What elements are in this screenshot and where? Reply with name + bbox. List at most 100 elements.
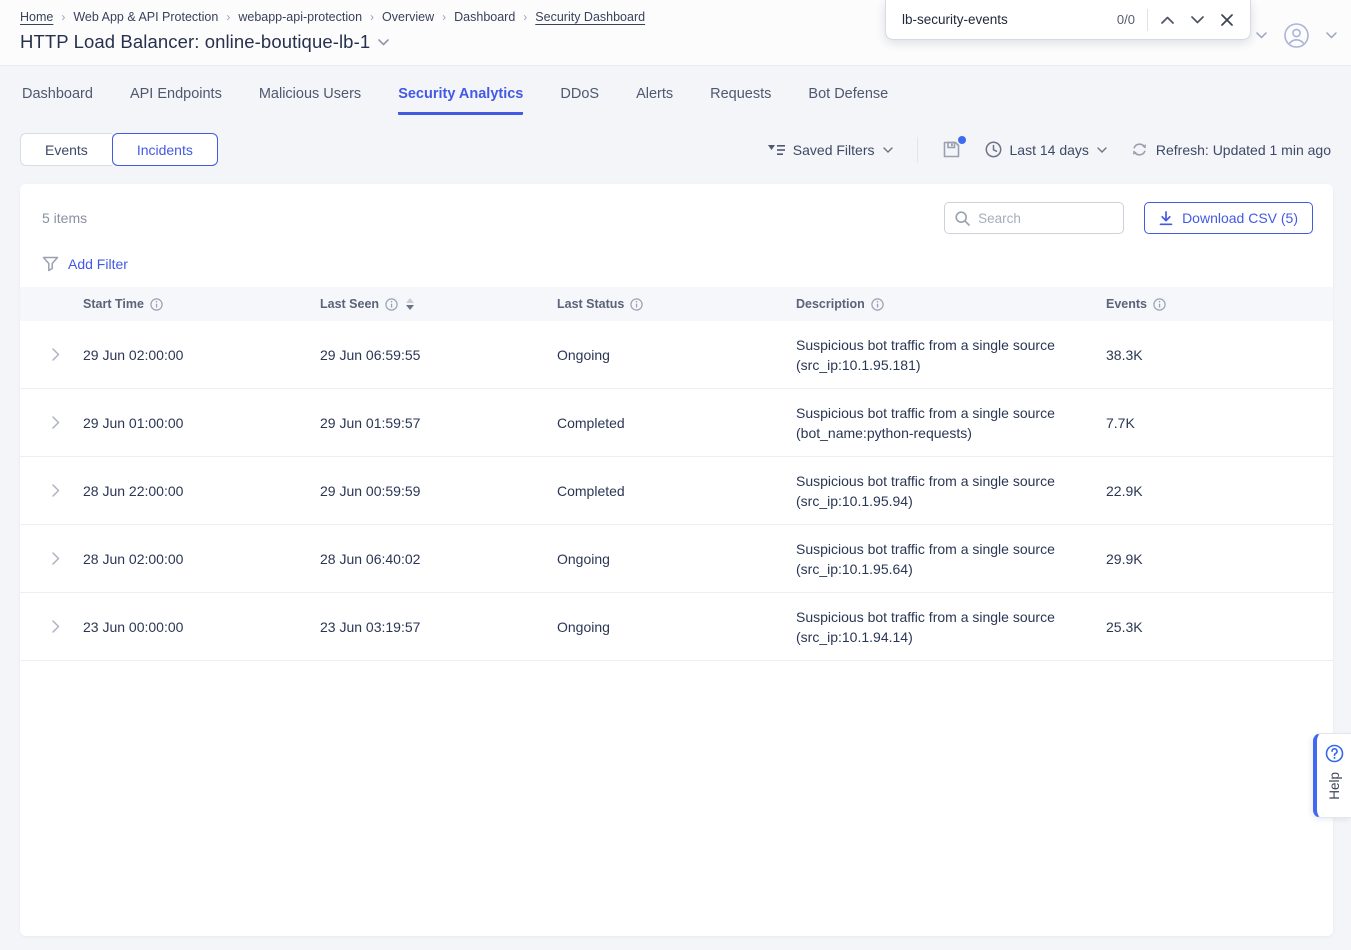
find-input[interactable] xyxy=(902,12,1111,27)
table-header-row: Start Time Last Seen Last Status Descrip… xyxy=(20,287,1333,321)
find-next-icon[interactable] xyxy=(1182,5,1212,35)
last-seen-cell: 28 Jun 06:40:02 xyxy=(320,551,557,567)
table-row[interactable]: 28 Jun 22:00:00 29 Jun 00:59:59 Complete… xyxy=(20,457,1333,525)
info-icon xyxy=(385,298,398,311)
funnel-icon xyxy=(42,256,59,272)
tab-bar: Dashboard API Endpoints Malicious Users … xyxy=(0,66,1351,115)
events-toggle-button[interactable]: Events xyxy=(20,133,112,166)
tab-bot-defense[interactable]: Bot Defense xyxy=(808,86,888,115)
row-expand-chevron-icon[interactable] xyxy=(40,552,83,565)
last-status-cell: Ongoing xyxy=(557,347,796,363)
breadcrumb-home[interactable]: Home xyxy=(20,10,53,24)
breadcrumb-security-dashboard[interactable]: Security Dashboard xyxy=(535,10,645,24)
start-time-cell: 29 Jun 01:00:00 xyxy=(83,415,320,431)
breadcrumb-separator-icon xyxy=(442,10,446,24)
user-avatar-icon[interactable] xyxy=(1283,22,1310,49)
start-time-cell: 23 Jun 00:00:00 xyxy=(83,619,320,635)
start-time-cell: 28 Jun 22:00:00 xyxy=(83,483,320,499)
view-toggle: Events Incidents xyxy=(20,133,218,166)
help-tab[interactable]: Help xyxy=(1313,733,1351,818)
chevron-down-icon xyxy=(883,147,893,153)
find-previous-icon[interactable] xyxy=(1152,5,1182,35)
last-seen-cell: 29 Jun 00:59:59 xyxy=(320,483,557,499)
last-seen-cell: 29 Jun 01:59:57 xyxy=(320,415,557,431)
start-time-cell: 29 Jun 02:00:00 xyxy=(83,347,320,363)
find-close-icon[interactable] xyxy=(1212,5,1242,35)
info-icon xyxy=(871,298,884,311)
refresh-button[interactable]: Refresh: Updated 1 min ago xyxy=(1131,141,1331,158)
last-status-cell: Completed xyxy=(557,483,796,499)
last-status-cell: Ongoing xyxy=(557,551,796,567)
breadcrumb-overview[interactable]: Overview xyxy=(382,10,434,24)
description-line2: (src_ip:10.1.94.14) xyxy=(796,629,913,645)
breadcrumb-waap[interactable]: Web App & API Protection xyxy=(73,10,218,24)
last-status-cell: Ongoing xyxy=(557,619,796,635)
breadcrumb-dashboard[interactable]: Dashboard xyxy=(454,10,515,24)
description-line1: Suspicious bot traffic from a single sou… xyxy=(796,541,1055,557)
breadcrumb-separator-icon xyxy=(523,10,527,24)
table-row[interactable]: 29 Jun 02:00:00 29 Jun 06:59:55 Ongoing … xyxy=(20,321,1333,389)
sort-descending-icon[interactable] xyxy=(406,298,414,310)
tab-api-endpoints[interactable]: API Endpoints xyxy=(130,86,222,115)
row-expand-chevron-icon[interactable] xyxy=(40,620,83,633)
column-header-last-status[interactable]: Last Status xyxy=(557,297,796,311)
last-status-cell: Completed xyxy=(557,415,796,431)
help-label: Help xyxy=(1327,772,1342,800)
clock-icon xyxy=(985,141,1002,158)
breadcrumb-namespace[interactable]: webapp-api-protection xyxy=(238,10,362,24)
description-cell: Suspicious bot traffic from a single sou… xyxy=(796,335,1106,375)
filter-lines-icon xyxy=(768,144,785,156)
last-seen-cell: 29 Jun 06:59:55 xyxy=(320,347,557,363)
column-header-description[interactable]: Description xyxy=(796,297,1106,311)
tab-malicious-users[interactable]: Malicious Users xyxy=(259,86,361,115)
description-cell: Suspicious bot traffic from a single sou… xyxy=(796,607,1106,647)
description-line1: Suspicious bot traffic from a single sou… xyxy=(796,337,1055,353)
column-header-start-time[interactable]: Start Time xyxy=(83,297,320,311)
row-expand-chevron-icon[interactable] xyxy=(40,348,83,361)
column-label: Last Status xyxy=(557,297,624,311)
description-line1: Suspicious bot traffic from a single sou… xyxy=(796,473,1055,489)
browser-find-bar: 0/0 xyxy=(885,0,1251,40)
tab-alerts[interactable]: Alerts xyxy=(636,86,673,115)
row-expand-chevron-icon[interactable] xyxy=(40,484,83,497)
column-header-events[interactable]: Events xyxy=(1106,297,1313,311)
row-expand-chevron-icon[interactable] xyxy=(40,416,83,429)
table-row[interactable]: 28 Jun 02:00:00 28 Jun 06:40:02 Ongoing … xyxy=(20,525,1333,593)
search-icon xyxy=(955,211,970,226)
tab-ddos[interactable]: DDoS xyxy=(560,86,599,115)
last-seen-cell: 23 Jun 03:19:57 xyxy=(320,619,557,635)
tab-security-analytics[interactable]: Security Analytics xyxy=(398,86,523,115)
chevron-down-icon xyxy=(1097,147,1107,153)
help-question-icon xyxy=(1325,744,1344,763)
toolbar: Events Incidents Saved Filters xyxy=(20,133,1331,166)
title-dropdown-chevron-icon[interactable] xyxy=(378,39,389,46)
tab-dashboard[interactable]: Dashboard xyxy=(22,86,93,115)
time-range-label: Last 14 days xyxy=(1010,142,1089,158)
info-icon xyxy=(1153,298,1166,311)
account-chevron-icon[interactable] xyxy=(1326,32,1337,39)
add-filter-button[interactable]: Add Filter xyxy=(68,256,128,272)
description-line2: (src_ip:10.1.95.94) xyxy=(796,493,913,509)
events-count-cell: 7.7K xyxy=(1106,415,1313,431)
tab-requests[interactable]: Requests xyxy=(710,86,771,115)
table-row[interactable]: 29 Jun 01:00:00 29 Jun 01:59:57 Complete… xyxy=(20,389,1333,457)
column-header-last-seen[interactable]: Last Seen xyxy=(320,297,557,311)
search-input[interactable] xyxy=(978,211,1113,226)
find-match-count: 0/0 xyxy=(1117,12,1135,27)
refresh-icon xyxy=(1131,141,1148,158)
download-csv-button[interactable]: Download CSV (5) xyxy=(1144,202,1313,234)
description-line2: (src_ip:10.1.95.181) xyxy=(796,357,921,373)
save-filter-button[interactable] xyxy=(942,140,961,159)
column-label: Description xyxy=(796,297,865,311)
events-count-cell: 29.9K xyxy=(1106,551,1313,567)
time-range-dropdown[interactable]: Last 14 days xyxy=(985,141,1107,158)
breadcrumb-separator-icon xyxy=(370,10,374,24)
events-count-cell: 22.9K xyxy=(1106,483,1313,499)
table-row[interactable]: 23 Jun 00:00:00 23 Jun 03:19:57 Ongoing … xyxy=(20,593,1333,661)
incidents-toggle-button[interactable]: Incidents xyxy=(112,133,218,166)
download-icon xyxy=(1159,211,1173,226)
download-csv-label: Download CSV (5) xyxy=(1182,210,1298,226)
saved-filters-dropdown[interactable]: Saved Filters xyxy=(768,142,893,158)
incidents-card: 5 items Download CSV (5) xyxy=(20,184,1333,936)
namespace-chevron-icon[interactable] xyxy=(1256,32,1267,39)
